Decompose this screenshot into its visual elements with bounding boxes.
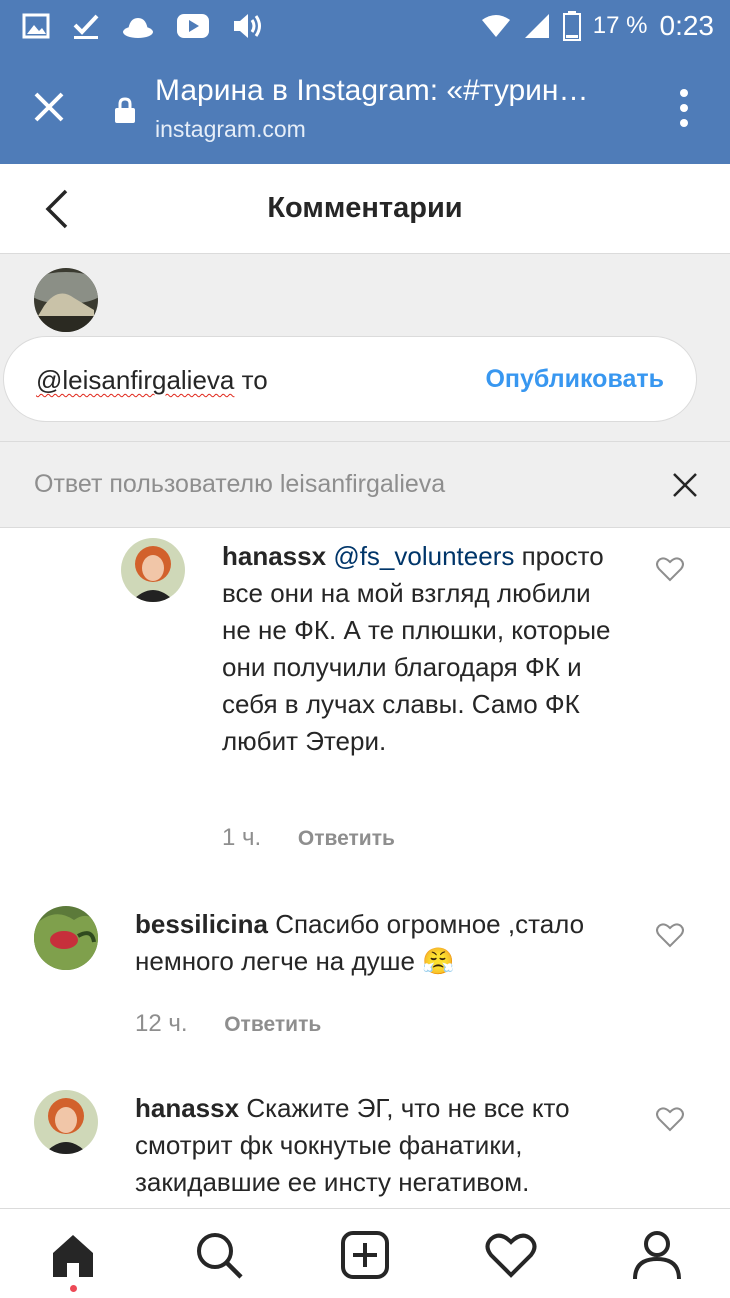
close-icon[interactable] bbox=[30, 88, 68, 126]
image-icon bbox=[22, 13, 50, 39]
like-heart-icon[interactable] bbox=[656, 922, 684, 948]
comment-input[interactable]: @leisanfirgalieva то Опубликовать bbox=[3, 336, 697, 422]
comment-username[interactable]: hanassx bbox=[222, 541, 326, 571]
avatar bbox=[34, 268, 98, 332]
battery-icon bbox=[562, 11, 581, 41]
mention-text: @leisanfirgalieva bbox=[36, 365, 235, 395]
avatar[interactable] bbox=[121, 538, 185, 602]
comment-text: hanassx Скажите ЭГ, что не все кто смотр… bbox=[135, 1090, 635, 1201]
comment-meta: 1 ч. Ответить bbox=[222, 824, 395, 852]
comments-list[interactable]: hanassx @fs_volunteers просто все они на… bbox=[0, 528, 730, 1208]
typed-text: то bbox=[234, 365, 268, 395]
notification-dot bbox=[70, 1285, 77, 1292]
wifi-icon bbox=[481, 15, 510, 37]
publish-button[interactable]: Опубликовать bbox=[485, 365, 664, 394]
comment-username[interactable]: hanassx bbox=[135, 1093, 239, 1123]
nav-new-post[interactable] bbox=[339, 1229, 391, 1281]
avatar[interactable] bbox=[34, 906, 98, 970]
comment-text: hanassx @fs_volunteers просто все они на… bbox=[222, 538, 622, 760]
screen-title: Комментарии bbox=[267, 192, 463, 224]
nav-profile[interactable] bbox=[631, 1229, 683, 1281]
reply-button[interactable]: Ответить bbox=[298, 827, 395, 850]
comment-mention[interactable]: @fs_volunteers bbox=[333, 541, 514, 571]
close-icon[interactable] bbox=[672, 472, 698, 498]
battery-percent: 17 % bbox=[592, 12, 648, 39]
lock-icon bbox=[115, 97, 135, 123]
comment-body: просто все они на мой взгляд любили не н… bbox=[222, 541, 611, 756]
like-heart-icon[interactable] bbox=[656, 1106, 684, 1132]
comment-item: hanassx Скажите ЭГ, что не все кто смотр… bbox=[0, 1086, 730, 1208]
comment-time: 1 ч. bbox=[222, 824, 262, 851]
more-options-icon[interactable] bbox=[678, 88, 690, 128]
nav-search[interactable] bbox=[193, 1229, 245, 1281]
reply-button[interactable]: Ответить bbox=[224, 1013, 321, 1036]
reply-banner-text: Ответ пользователю leisanfirgalieva bbox=[34, 470, 446, 498]
page-title[interactable]: Марина в Instagram: «#турин… bbox=[155, 74, 625, 108]
comment-text: bessilicina Спасибо огромное ,стало немн… bbox=[135, 906, 635, 980]
status-bar: 17 % 0:23 bbox=[0, 0, 730, 52]
youtube-icon bbox=[177, 14, 209, 38]
nav-home[interactable] bbox=[47, 1229, 99, 1281]
home-icon bbox=[53, 1235, 93, 1277]
comment-item: bessilicina Спасибо огромное ,стало немн… bbox=[0, 900, 730, 1050]
comments-header: Комментарии bbox=[0, 164, 730, 254]
comment-composer: @leisanfirgalieva то Опубликовать bbox=[0, 254, 730, 442]
reply-banner: Ответ пользователю leisanfirgalieva bbox=[0, 442, 730, 528]
checkmark-icon bbox=[73, 14, 99, 39]
activity-heart-icon bbox=[485, 1233, 537, 1278]
bottom-navigation bbox=[0, 1208, 730, 1298]
volume-icon bbox=[234, 14, 261, 38]
browser-url-bar: Марина в Instagram: «#турин… instagram.c… bbox=[0, 52, 730, 164]
clock: 0:23 bbox=[659, 10, 715, 41]
comment-item: hanassx @fs_volunteers просто все они на… bbox=[0, 528, 730, 868]
signal-icon bbox=[524, 14, 549, 38]
avatar[interactable] bbox=[34, 1090, 98, 1154]
nav-activity[interactable] bbox=[485, 1229, 537, 1281]
profile-icon bbox=[633, 1231, 681, 1280]
add-post-icon bbox=[341, 1231, 389, 1279]
page-domain[interactable]: instagram.com bbox=[155, 116, 306, 143]
like-heart-icon[interactable] bbox=[656, 556, 684, 582]
comment-time: 12 ч. bbox=[135, 1010, 188, 1037]
search-icon bbox=[197, 1233, 243, 1279]
comment-username[interactable]: bessilicina bbox=[135, 909, 268, 939]
comment-meta: 12 ч. Ответить bbox=[135, 1010, 321, 1038]
hat-icon bbox=[123, 18, 153, 38]
